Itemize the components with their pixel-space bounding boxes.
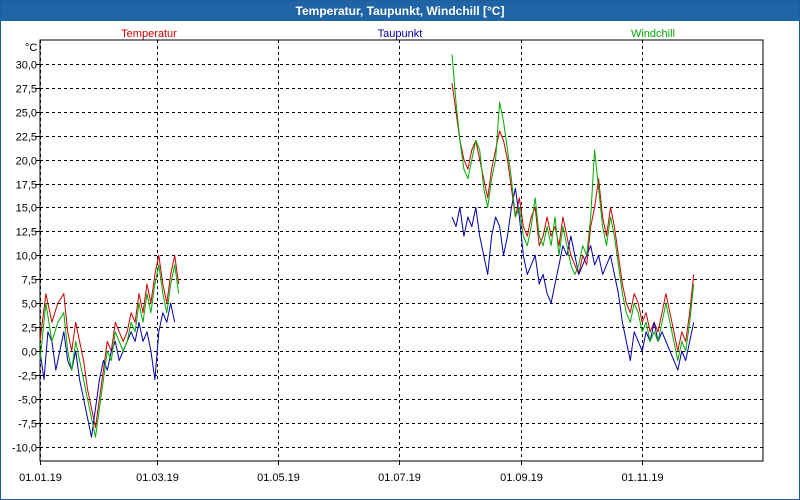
y-tick-label: 22,5 (16, 132, 37, 144)
y-tick-label: 25,0 (16, 108, 37, 120)
y-tick-label: 20,0 (16, 156, 37, 168)
y-tick-label: 7,5 (22, 275, 37, 287)
line-chart: 30,0 27,5 25,0 22,5 20,0 17,5 15,0 12,5 10,0 7,5 5… (1, 21, 799, 499)
y-tick-label: 27,5 (16, 84, 37, 96)
window-title: Temperatur, Taupunkt, Windchill [°C] (1, 1, 799, 21)
y-tick-label: 0,0 (22, 347, 37, 359)
x-tick-label: 01.01.19 (19, 472, 62, 484)
y-tick-label: 2,5 (22, 323, 37, 335)
y-tick-label: 15,0 (16, 203, 37, 215)
y-tick-label: -2,5 (18, 371, 37, 383)
y-tick-label: 30,0 (16, 60, 37, 72)
y-tick-label: 17,5 (16, 180, 37, 192)
y-tick-label: 12,5 (16, 227, 37, 239)
x-tick-label: 01.03.19 (136, 472, 179, 484)
legend-entry-taupunkt: Taupunkt (378, 28, 423, 40)
y-tick-label: 10,0 (16, 251, 37, 263)
y-tick-label: -5,0 (18, 395, 37, 407)
y-tick-label: 5,0 (22, 299, 37, 311)
legend-entry-windchill: Windchill (631, 28, 675, 40)
y-tick-label: -7,5 (18, 419, 37, 431)
chart-window: Temperatur, Taupunkt, Windchill [°C] 30,… (0, 0, 800, 500)
plot-background (1, 21, 799, 499)
x-tick-label: 01.09.19 (500, 472, 543, 484)
x-tick-label: 01.07.19 (378, 472, 421, 484)
legend-entry-temperatur: Temperatur (121, 28, 177, 40)
y-tick-label: -10,0 (12, 443, 37, 455)
x-tick-label: 01.05.19 (257, 472, 300, 484)
x-tick-label: 01.11.19 (621, 472, 663, 484)
y-axis-unit: °C (25, 42, 37, 54)
